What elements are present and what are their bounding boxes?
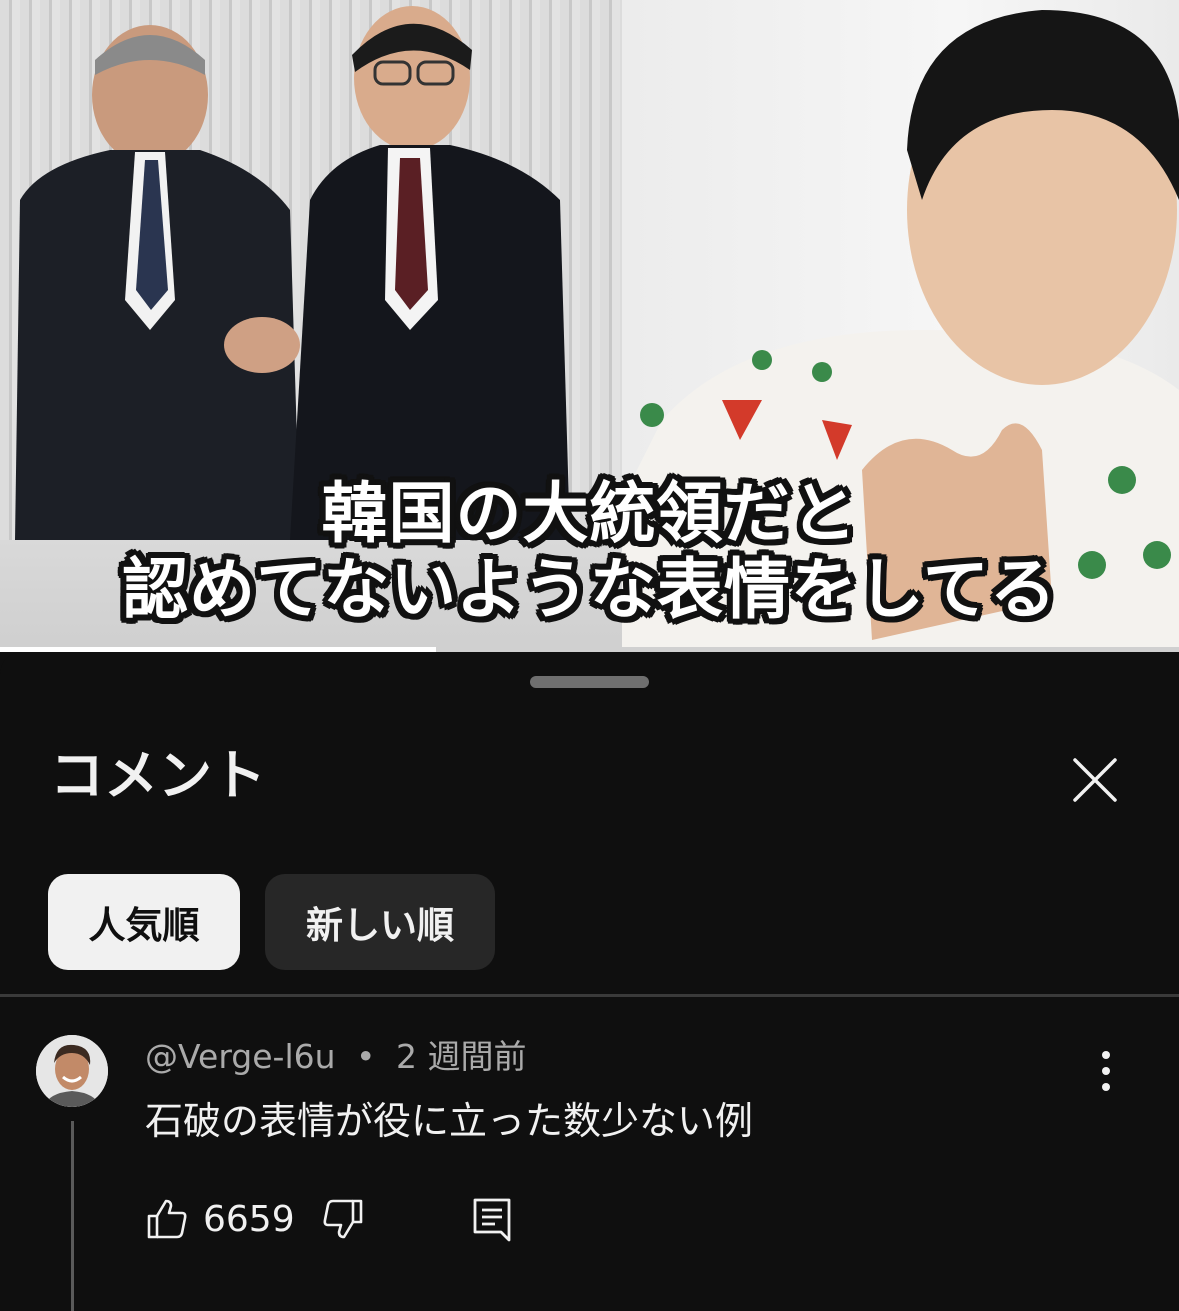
- reply-comment-icon: [473, 1198, 511, 1242]
- sort-chip-top[interactable]: 人気順: [48, 874, 240, 970]
- comment-meta: @Verge-l6u • 2 週間前: [145, 1037, 527, 1077]
- sort-chips: 人気順 新しい順: [48, 874, 495, 970]
- comments-sheet: コメント 人気順 新しい順 @Verge-l6u • 2 週間前 石破の表情が役…: [0, 652, 1179, 1311]
- comment-actions: 6659: [145, 1191, 513, 1247]
- avatar[interactable]: [36, 1035, 108, 1107]
- thumb-up-icon: [147, 1199, 187, 1239]
- like-button[interactable]: [145, 1197, 189, 1241]
- video-player[interactable]: 韓国の大統領だと 認めてないような表情をしてる: [0, 0, 1179, 652]
- app-root: 韓国の大統領だと 認めてないような表情をしてる コメント 人気順 新しい順 @V…: [0, 0, 1179, 1311]
- video-caption: 韓国の大統領だと 認めてないような表情をしてる: [0, 476, 1179, 628]
- reply-button[interactable]: [471, 1196, 513, 1242]
- comment-author[interactable]: @Verge-l6u: [145, 1037, 336, 1076]
- thread-line: [71, 1121, 74, 1311]
- thumb-down-icon: [323, 1199, 362, 1239]
- comment-item: @Verge-l6u • 2 週間前 石破の表情が役に立った数少ない例 6659: [0, 997, 1179, 1311]
- meta-separator: •: [356, 1037, 376, 1076]
- like-count: 6659: [203, 1198, 295, 1240]
- sheet-drag-handle[interactable]: [530, 676, 649, 688]
- avatar-image: [36, 1035, 108, 1107]
- close-icon: [1073, 758, 1117, 802]
- close-button[interactable]: [1062, 747, 1128, 813]
- sort-chip-newest[interactable]: 新しい順: [265, 874, 495, 970]
- comment-time: 2 週間前: [396, 1037, 527, 1076]
- dislike-button[interactable]: [321, 1197, 365, 1241]
- caption-line-2: 認めてないような表情をしてる: [122, 551, 1057, 628]
- caption-line-1: 韓国の大統領だと: [321, 475, 858, 552]
- comments-title: コメント: [50, 744, 266, 807]
- handshake-photo: [15, 6, 570, 540]
- more-vert-icon: [1102, 1051, 1110, 1059]
- comment-text: 石破の表情が役に立った数少ない例: [145, 1099, 754, 1143]
- more-options-button[interactable]: [1086, 1045, 1126, 1097]
